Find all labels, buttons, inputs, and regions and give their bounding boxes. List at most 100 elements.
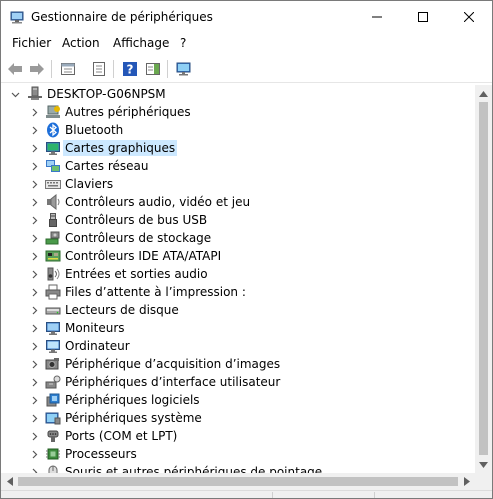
device-list-button[interactable] [89, 59, 109, 79]
tree-item-processeurs[interactable]: Processeurs [1, 445, 475, 463]
scroll-left-arrow-icon[interactable] [1, 473, 18, 490]
menu-fichier[interactable]: Fichier [10, 35, 53, 51]
expand-arrow-icon[interactable] [28, 268, 40, 280]
tree-item-autres-peripheriques[interactable]: Autres périphériques [1, 103, 475, 121]
title-bar[interactable]: Gestionnaire de périphériques [1, 1, 492, 32]
computer-icon [28, 86, 42, 100]
collapse-arrow-icon[interactable] [9, 88, 21, 100]
tree-item-controleurs-de-stockage[interactable]: Contrôleurs de stockage [1, 229, 475, 247]
printer-icon [45, 284, 61, 300]
hid-icon [45, 375, 61, 389]
expand-arrow-icon[interactable] [28, 178, 40, 190]
tree-item-entrees-et-sorties-audio[interactable]: Entrées et sorties audio [1, 265, 475, 283]
tree-item-controleurs-ide-ata-atapi[interactable]: Contrôleurs IDE ATA/ATAPI [1, 247, 475, 265]
audio-io-icon [47, 267, 60, 281]
expand-arrow-icon[interactable] [28, 322, 40, 334]
tree-item-peripheriques-systeme[interactable]: Périphériques système [1, 409, 475, 427]
menu-help[interactable]: ? [178, 35, 188, 51]
tree-item-claviers[interactable]: Claviers [1, 175, 475, 193]
device-list-icon [93, 62, 105, 76]
scroll-right-arrow-icon[interactable] [458, 473, 475, 490]
status-divider [272, 492, 273, 498]
tree-item-label: Entrées et sorties audio [65, 267, 208, 281]
back-icon [8, 63, 22, 75]
expand-arrow-icon[interactable] [28, 430, 40, 442]
speaker-icon [47, 194, 60, 210]
horizontal-scroll-thumb[interactable] [18, 477, 458, 486]
minimize-button[interactable] [354, 1, 400, 32]
tree-item-lecteurs-de-disque[interactable]: Lecteurs de disque [1, 301, 475, 319]
action-pane-icon [146, 63, 160, 75]
menu-affichage[interactable]: Affichage [111, 35, 171, 51]
tree-item-label: Périphériques d’interface utilisateur [65, 375, 281, 389]
disk-drive-icon [45, 307, 61, 315]
expand-arrow-icon[interactable] [28, 376, 40, 388]
expand-arrow-icon[interactable] [28, 286, 40, 298]
tree-item-label: Contrôleurs de bus USB [65, 213, 208, 227]
expand-arrow-icon[interactable] [28, 232, 40, 244]
expand-arrow-icon[interactable] [28, 214, 40, 226]
device-tree[interactable]: DESKTOP-G06NPSM Autres périphériques Blue… [1, 85, 475, 473]
tree-item-peripheriques-logiciels[interactable]: Périphériques logiciels [1, 391, 475, 409]
tree-root-row[interactable]: DESKTOP-G06NPSM [1, 85, 475, 103]
unknown-device-icon [46, 105, 60, 118]
horizontal-scrollbar[interactable] [1, 473, 475, 490]
close-icon [464, 11, 474, 22]
tree-item-controleurs-de-bus-usb[interactable]: Contrôleurs de bus USB [1, 211, 475, 229]
expand-arrow-icon[interactable] [28, 160, 40, 172]
properties-view-button[interactable] [58, 59, 78, 79]
tree-item-label: Cartes réseau [65, 159, 149, 173]
tree-item-ordinateur[interactable]: Ordinateur [1, 337, 475, 355]
tree-item-souris-et-autres-peripheriques-de-pointage[interactable]: Souris et autres périphériques de pointa… [1, 463, 475, 473]
maximize-button[interactable] [400, 1, 446, 32]
window-title: Gestionnaire de périphériques [31, 10, 213, 24]
monitor-icon [46, 322, 60, 335]
expand-arrow-icon[interactable] [28, 124, 40, 136]
close-button[interactable] [446, 1, 492, 32]
tree-item-peripherique-d-acquisition-d-images[interactable]: Périphérique d’acquisition d’images [1, 355, 475, 373]
monitor-scan-icon [176, 62, 191, 76]
tree-item-label: Souris et autres périphériques de pointa… [65, 465, 323, 473]
expand-arrow-icon[interactable] [28, 412, 40, 424]
expand-arrow-icon[interactable] [28, 448, 40, 460]
properties-view-icon [61, 63, 75, 75]
expand-arrow-icon[interactable] [28, 358, 40, 370]
help-button[interactable]: ? [120, 59, 140, 79]
menu-action[interactable]: Action [60, 35, 102, 51]
vertical-scrollbar[interactable] [475, 85, 492, 473]
svg-text:?: ? [127, 63, 134, 77]
tree-item-moniteurs[interactable]: Moniteurs [1, 319, 475, 337]
tree-item-ports-com-et-lpt[interactable]: Ports (COM et LPT) [1, 427, 475, 445]
status-bar [1, 490, 492, 498]
tree-item-cartes-graphiques[interactable]: Cartes graphiques [1, 139, 475, 157]
scan-hardware-button[interactable] [174, 59, 194, 79]
tree-item-label: Processeurs [65, 447, 137, 461]
tree-item-label: Contrôleurs audio, vidéo et jeu [65, 195, 251, 209]
expand-arrow-icon[interactable] [28, 394, 40, 406]
scroll-up-arrow-icon[interactable] [475, 85, 492, 102]
back-button[interactable] [5, 59, 25, 79]
tree-item-files-d-attente-a-l-impression[interactable]: Files d’attente à l’impression : [1, 283, 475, 301]
expand-arrow-icon[interactable] [28, 196, 40, 208]
forward-button[interactable] [27, 59, 47, 79]
tree-item-bluetooth[interactable]: Bluetooth [1, 121, 475, 139]
expand-arrow-icon[interactable] [28, 250, 40, 262]
tree-item-cartes-reseau[interactable]: Cartes réseau [1, 157, 475, 175]
vertical-scroll-thumb[interactable] [479, 102, 488, 455]
expand-arrow-icon[interactable] [28, 106, 40, 118]
minimize-icon [372, 16, 382, 17]
expand-arrow-icon[interactable] [28, 304, 40, 316]
scroll-down-arrow-icon[interactable] [475, 456, 492, 473]
tree-item-label: Ordinateur [65, 339, 130, 353]
expand-arrow-icon[interactable] [28, 142, 40, 154]
computer-icon [46, 340, 60, 353]
tree-item-controleurs-audio-video-et-jeu[interactable]: Contrôleurs audio, vidéo et jeu [1, 193, 475, 211]
tree-item-peripheriques-d-interface-utilisateur[interactable]: Périphériques d’interface utilisateur [1, 373, 475, 391]
system-device-icon [45, 412, 61, 425]
expand-arrow-icon[interactable] [28, 340, 40, 352]
action-pane-button[interactable] [143, 59, 163, 79]
expand-arrow-icon[interactable] [28, 466, 40, 473]
tree-root-label: DESKTOP-G06NPSM [47, 87, 166, 101]
toolbar-separator [51, 60, 52, 78]
device-manager-window: Gestionnaire de périphériques Fichier Ac… [0, 0, 493, 499]
